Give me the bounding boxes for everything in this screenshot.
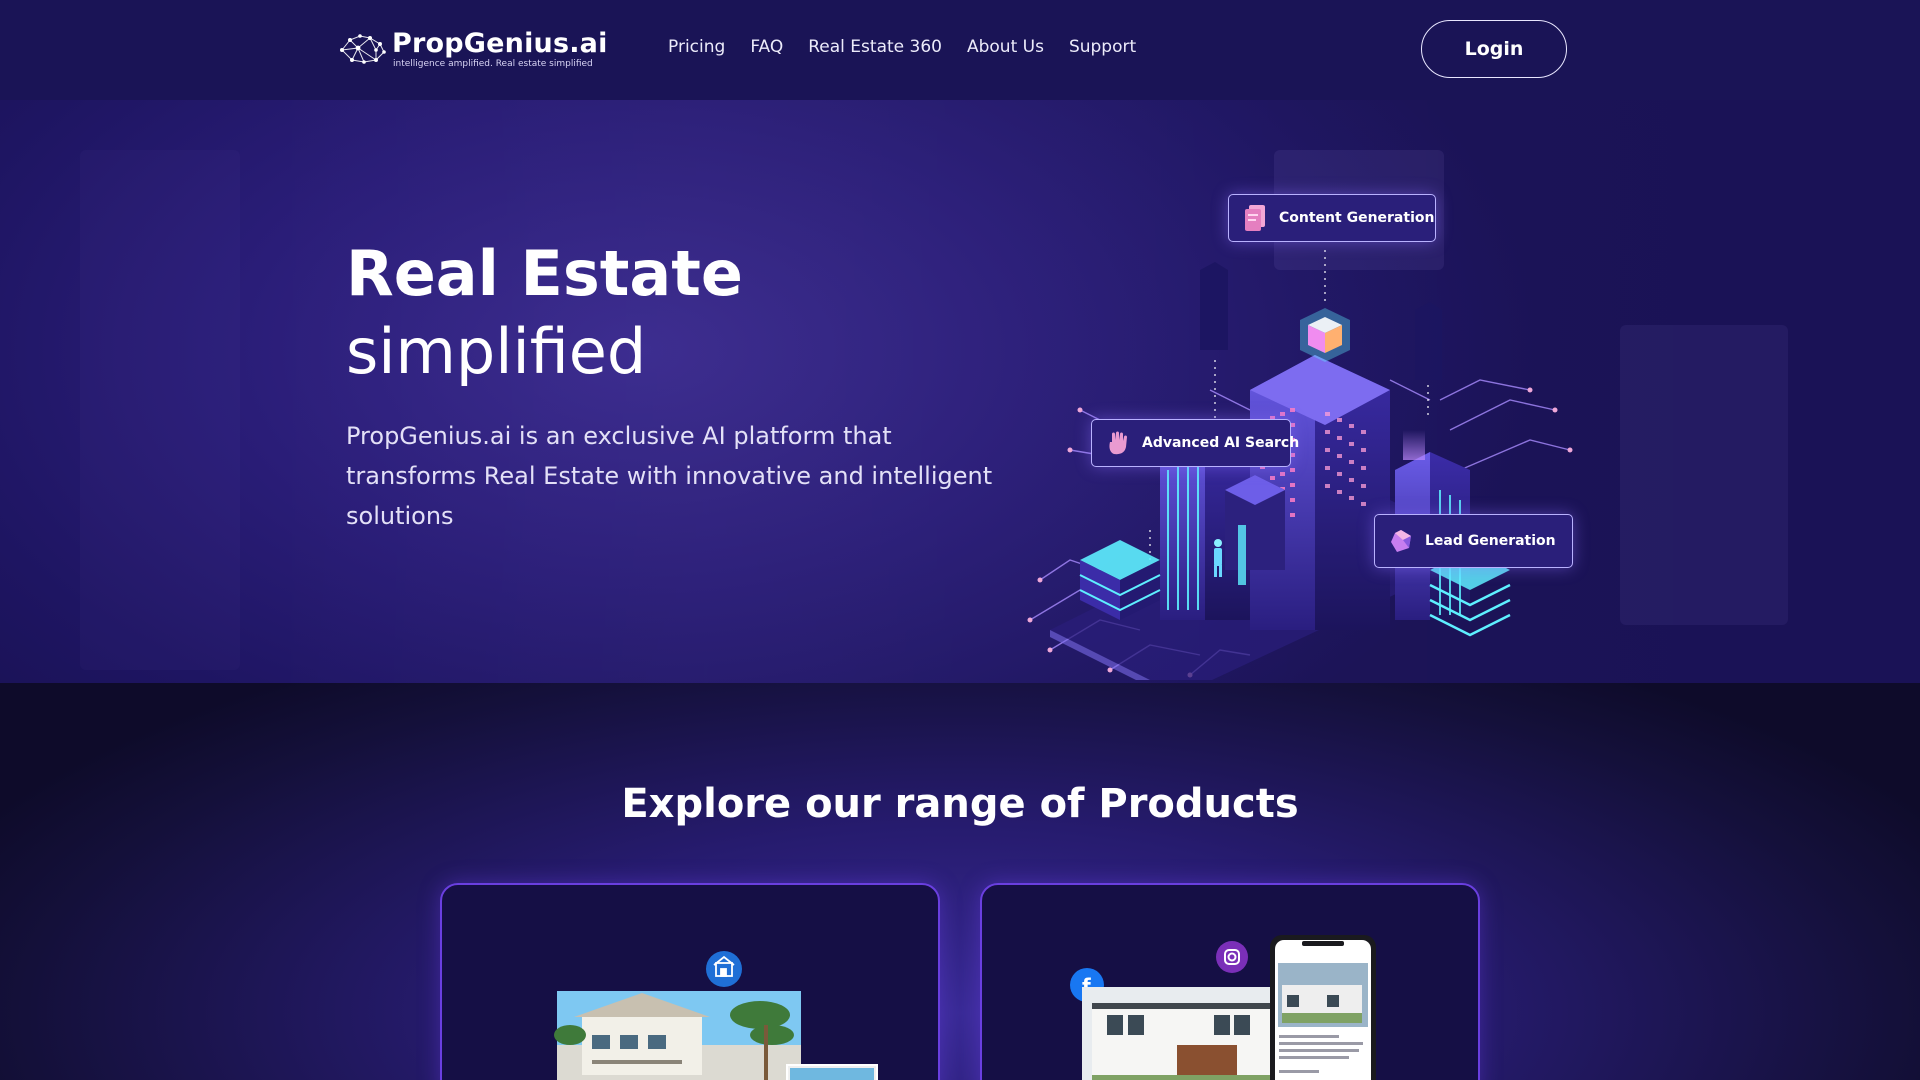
product-card-illustration: f [1070,935,1376,1080]
brand-tagline: intelligence amplified. Real estate simp… [393,59,593,69]
feature-tag-label: Content Generation [1279,210,1435,226]
top-navbar: PropGenius.ai intelligence amplified. Re… [0,0,1920,100]
hero-subtitle: simplified [346,315,647,388]
nav-link-real-estate-360[interactable]: Real Estate 360 [808,37,942,57]
decorative-block [80,150,240,670]
main-nav: Pricing FAQ Real Estate 360 About Us Sup… [668,37,1136,57]
brand-name: PropGenius.ai [392,28,608,59]
hero-title: Real Estate [346,237,743,310]
hand-pointer-icon [1109,431,1127,455]
feature-tag-label: Lead Generation [1425,533,1556,549]
product-card-listings[interactable] [440,883,940,1080]
products-section: Explore our range of Products f [0,683,1920,1080]
nav-link-pricing[interactable]: Pricing [668,37,725,57]
page: PropGenius.ai intelligence amplified. Re… [0,0,1920,1080]
hero-description: PropGenius.ai is an exclusive AI platfor… [346,422,993,530]
nav-link-faq[interactable]: FAQ [750,37,783,57]
product-card-illustration [554,951,878,1080]
brand-logo[interactable]: PropGenius.ai intelligence amplified. Re… [338,28,607,74]
products-heading: Explore our range of Products [621,781,1299,827]
feature-tag-lead-generation[interactable]: Lead Generation [1374,514,1573,568]
nav-link-about-us[interactable]: About Us [967,37,1044,57]
product-card-social[interactable]: f [980,883,1480,1080]
hero-section: Real Estate simplified PropGenius.ai is … [0,100,1920,683]
feature-tag-label: Advanced AI Search [1142,435,1300,451]
feature-tag-advanced-ai-search[interactable]: Advanced AI Search [1091,419,1299,467]
nav-link-support[interactable]: Support [1069,37,1136,57]
gem-icon [1391,530,1411,552]
feature-tag-content-generation[interactable]: Content Generation [1228,194,1436,242]
document-stack-icon [1245,205,1265,231]
decorative-block [1620,325,1788,625]
login-button[interactable]: Login [1421,20,1567,78]
network-logo-icon [340,34,386,64]
